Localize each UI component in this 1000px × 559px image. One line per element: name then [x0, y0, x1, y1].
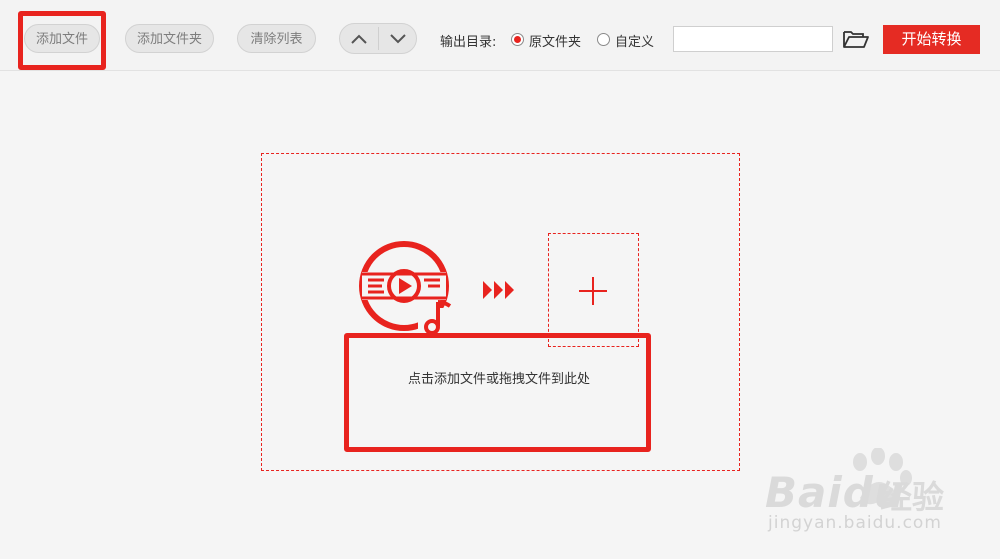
triple-chevron-right-icon — [483, 281, 514, 299]
option-original-label[interactable]: 原文件夹 — [529, 31, 581, 50]
move-up-button[interactable] — [340, 24, 378, 53]
radio-original-folder[interactable] — [511, 33, 524, 46]
move-down-button[interactable] — [379, 24, 416, 53]
add-file-target[interactable] — [548, 233, 639, 347]
folder-open-icon — [843, 31, 869, 48]
option-custom-label[interactable]: 自定义 — [615, 31, 654, 50]
drop-zone[interactable] — [261, 153, 740, 471]
toolbar: 添加文件 添加文件夹 清除列表 输出目录: 原文件夹 自定义 开始转换 — [0, 0, 1000, 71]
clear-list-button[interactable]: 清除列表 — [237, 24, 316, 53]
add-folder-button[interactable]: 添加文件夹 — [125, 24, 214, 53]
start-convert-button[interactable]: 开始转换 — [883, 25, 980, 54]
video-music-disc-icon — [359, 241, 452, 335]
plus-icon — [579, 277, 607, 305]
radio-custom-folder[interactable] — [597, 33, 610, 46]
reorder-buttons — [339, 23, 417, 54]
watermark-brand-cn: 经验 — [880, 478, 945, 516]
drop-hint-text: 点击添加文件或拖拽文件到此处 — [407, 372, 590, 387]
output-path-input[interactable] — [673, 26, 833, 52]
chevron-down-icon — [390, 33, 406, 43]
add-file-button[interactable]: 添加文件 — [24, 24, 100, 53]
browse-folder-button[interactable] — [842, 29, 870, 53]
chevron-up-icon — [351, 34, 367, 44]
output-dir-label: 输出目录: — [440, 35, 497, 50]
watermark: Baidu 经验 jingyan.baidu.com — [760, 448, 990, 543]
watermark-url: jingyan.baidu.com — [768, 513, 942, 533]
